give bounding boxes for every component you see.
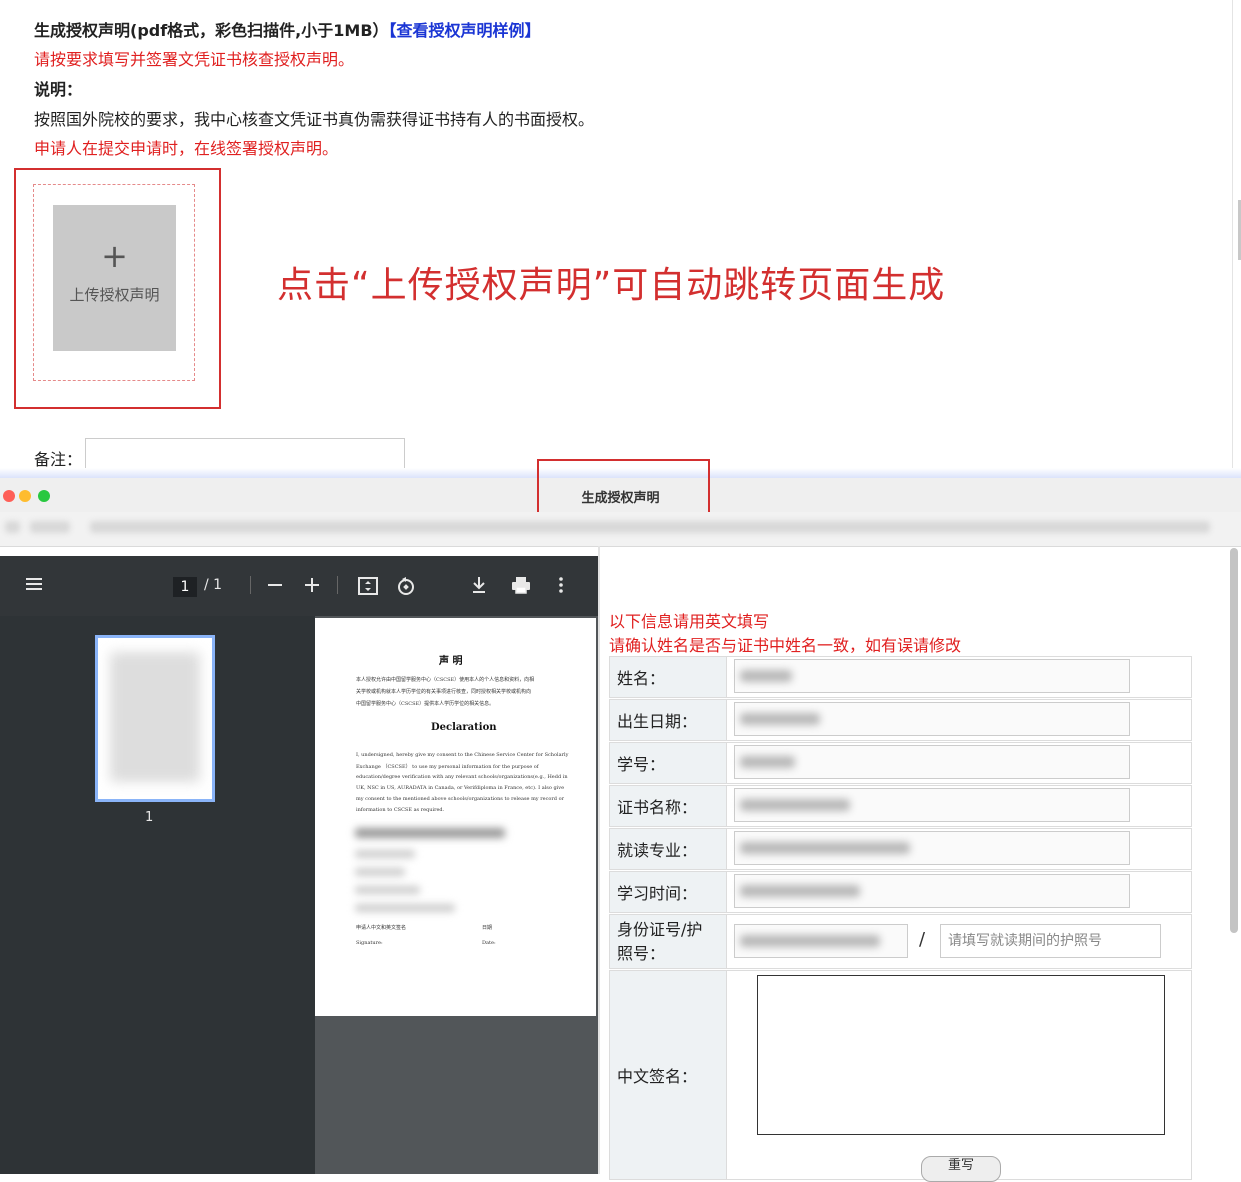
upload-authorization-button[interactable]: + 上传授权声明 [53, 205, 176, 351]
fit-page-icon[interactable] [357, 575, 379, 602]
pdf-date-en: Date: [482, 940, 496, 946]
pdf-en-line: education/degree verification with any r… [356, 774, 568, 780]
id-label-line1: 身份证号/护 [617, 919, 703, 939]
annotation-text: 点击“上传授权声明”可自动跳转页面生成 [277, 265, 946, 306]
pdf-toolbar [0, 556, 598, 616]
form-label: 姓名： [610, 657, 727, 697]
pdf-en-line: my consent to the mentioned above school… [356, 796, 564, 802]
signature-pad[interactable] [757, 975, 1165, 1135]
toolbar-divider [337, 576, 338, 594]
id-label-line2: 照号： [617, 943, 666, 963]
pdf-cn-line: 中国留学服务中心（CSCSE）提供本人学历学位的相关信息。 [356, 701, 495, 707]
form-label: 出生日期： [610, 700, 727, 740]
page-number-input[interactable]: 1 [173, 577, 197, 597]
redacted-value [740, 842, 910, 854]
pdf-en-line: I, undersigned, hereby give my consent t… [356, 752, 569, 758]
pdf-signature-en: Signature: [356, 940, 383, 946]
plus-icon: + [101, 236, 128, 275]
redacted-value [740, 670, 792, 682]
redacted-info [355, 828, 505, 838]
form-label: 证书名称： [610, 786, 727, 826]
form-label: 学习时间： [610, 872, 727, 912]
pdf-page: 声 明 本人授权允许由中国留学服务中心（CSCSE）使用本人的个人信息和资料，向… [315, 618, 596, 1016]
menu-icon[interactable] [24, 574, 44, 599]
redacted-value [740, 935, 880, 947]
heading-text: 生成授权声明(pdf格式，彩色扫描件,小于1MB） [34, 21, 389, 40]
thumbnail-page-number: 1 [145, 810, 154, 825]
note-text: 按照国外院校的要求，我中心核查文凭证书真伪需获得证书持有人的书面授权。 [34, 110, 595, 129]
name-confirm-note: 请确认姓名是否与证书中姓名一致，如有误请修改 [609, 636, 962, 655]
download-icon[interactable] [470, 575, 488, 600]
redacted-value [740, 799, 850, 811]
form-label: 身份证号/护 照号： [610, 915, 727, 968]
toolbar-divider [250, 576, 251, 594]
section-heading: 生成授权声明(pdf格式，彩色扫描件,小于1MB）【查看授权声明样例】 [34, 17, 541, 41]
divider [1232, 0, 1233, 470]
nav-icon[interactable] [5, 521, 20, 533]
page-thumbnail[interactable] [95, 635, 215, 802]
pdf-en-line: Exchange （CSCSE） to use my personal info… [356, 764, 539, 770]
redacted-value [740, 885, 860, 897]
passport-placeholder: 请填写就读期间的护照号 [948, 933, 1102, 949]
upload-label: 上传授权声明 [69, 285, 160, 304]
zoom-out-icon[interactable] [266, 574, 284, 599]
pane-divider [598, 546, 600, 1174]
form-label: 中文签名： [610, 971, 727, 1179]
redacted-info [355, 868, 405, 876]
slash-separator: / [919, 929, 926, 950]
page-total: / 1 [204, 577, 223, 593]
zoom-in-icon[interactable] [303, 574, 321, 599]
pdf-signature-cn: 申请人中文和英文签名 [356, 925, 407, 931]
pdf-date-cn: 日期 [482, 925, 493, 931]
name-input[interactable] [734, 659, 1130, 693]
pdf-en-line: information to CSCSE as required. [356, 807, 445, 813]
pdf-cn-title: 声 明 [439, 656, 463, 667]
instruction-text: 请按要求填写并签署文凭证书核查授权声明。 [34, 50, 355, 69]
print-icon[interactable] [510, 575, 532, 600]
note-red-text: 申请人在提交申请时，在线签署授权声明。 [34, 139, 339, 158]
more-icon[interactable] [556, 575, 566, 600]
rewrite-button[interactable]: 重写 [921, 1156, 1001, 1182]
form-label: 就读专业： [610, 829, 727, 869]
pdf-en-line: UK, NSC in US, AURADATA in Canada, or Ve… [356, 785, 565, 791]
form-label: 学号： [610, 743, 727, 783]
nav-icon[interactable] [30, 521, 70, 533]
passport-input[interactable]: 请填写就读期间的护照号 [940, 924, 1161, 958]
thumbnail-content [110, 652, 200, 782]
redacted-value [740, 756, 795, 768]
redacted-value [740, 713, 820, 725]
note-label: 说明： [34, 80, 83, 99]
redacted-info [355, 886, 420, 894]
redacted-info [355, 904, 455, 912]
redacted-info [355, 850, 415, 858]
remark-label: 备注： [34, 450, 83, 469]
rotate-icon[interactable] [395, 575, 417, 602]
view-sample-link[interactable]: 【查看授权声明样例】 [389, 21, 541, 40]
english-note: 以下信息请用英文填写 [609, 612, 770, 631]
url-text[interactable] [90, 521, 1210, 533]
scrollbar-thumb[interactable] [1230, 548, 1238, 933]
pdf-cn-line: 本人授权允许由中国留学服务中心（CSCSE）使用本人的个人信息和资料，向相 [356, 677, 535, 683]
pdf-cn-line: 关学校或机构就本人学历学位的有关事项进行核查，同时授权相关学校或机构向 [356, 689, 532, 695]
pdf-en-title: Declaration [431, 722, 497, 733]
